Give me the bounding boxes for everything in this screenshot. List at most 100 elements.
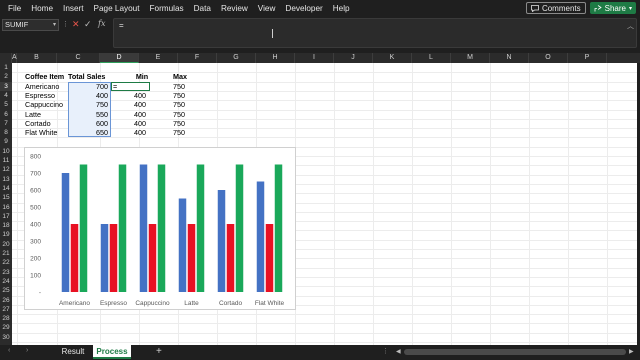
column-header-b[interactable]: B [17,53,57,63]
chevron-down-icon[interactable]: ▾ [629,5,632,12]
column-header-j[interactable]: J [334,53,373,63]
bar[interactable] [157,164,166,293]
column-header-k[interactable]: K [373,53,412,63]
cancel-icon[interactable]: ✕ [72,19,80,30]
column-header-e[interactable]: E [139,53,178,63]
item-min: 400 [134,118,146,128]
row-header-13[interactable]: 13 [0,175,12,184]
row-header-18[interactable]: 18 [0,221,12,230]
expand-formula-icon[interactable]: ︿ [627,21,634,31]
item-max: 750 [173,81,185,91]
menu-view[interactable]: View [250,4,276,13]
row-header-2[interactable]: 2 [0,72,12,81]
column-header-p[interactable]: P [568,53,607,63]
column-header-g[interactable]: G [217,53,256,63]
share-button[interactable]: Share ▾ [589,2,636,14]
horizontal-scrollbar[interactable] [404,349,626,355]
row-header-16[interactable]: 16 [0,203,12,212]
comments-button[interactable]: Comments [525,2,586,14]
row-header-11[interactable]: 11 [0,156,12,165]
more-icon[interactable]: ⋮ [382,347,389,355]
column-header-d[interactable]: D [100,53,139,63]
scroll-tabs-left-icon[interactable]: ‹ [8,347,10,354]
row-header-22[interactable]: 22 [0,258,12,267]
item-min: 400 [134,128,146,138]
row-header-19[interactable]: 19 [0,230,12,239]
scroll-left-icon[interactable]: ◀ [396,348,401,355]
bar[interactable] [79,164,88,293]
row-header-5[interactable]: 5 [0,100,12,109]
bar[interactable] [235,164,244,293]
bar[interactable] [256,181,265,293]
add-sheet-icon[interactable]: + [156,345,162,359]
row-header-1[interactable]: 1 [0,63,12,72]
row-header-17[interactable]: 17 [0,212,12,221]
bar[interactable] [139,164,148,293]
bar[interactable] [61,173,70,292]
worksheet[interactable]: ABCDEFGHIJKLMNOP 1 2 3 4 5 6 7 8 9 10 11 12 13 14 15 16… [0,53,640,345]
bar[interactable] [148,224,157,292]
scroll-right-icon[interactable]: ▶ [629,348,634,355]
bar[interactable] [274,164,283,293]
row-header-25[interactable]: 25 [0,286,12,295]
menu-home[interactable]: Home [23,4,53,13]
row-header-9[interactable]: 9 [0,137,12,146]
scroll-tabs-right-icon[interactable]: › [26,347,28,354]
header-min: Min [135,72,149,82]
row-header-4[interactable]: 4 [0,91,12,100]
menu-file[interactable]: File [0,4,21,13]
row-header-28[interactable]: 28 [0,314,12,323]
row-header-3[interactable]: 3 [0,81,12,91]
bar[interactable] [265,224,274,292]
row-header-12[interactable]: 12 [0,165,12,174]
column-header-c[interactable]: C [57,53,100,63]
insert-function-icon[interactable]: fx [98,19,105,28]
bar[interactable] [226,224,235,292]
bar[interactable] [217,190,226,292]
column-header-n[interactable]: N [490,53,529,63]
row-header-24[interactable]: 24 [0,277,12,286]
menu-insert[interactable]: Insert [55,4,83,13]
row-header-23[interactable]: 23 [0,268,12,277]
menu-formulas[interactable]: Formulas [142,4,184,13]
menu-help[interactable]: Help [325,4,350,13]
name-box[interactable]: SUMIF ▾ [2,19,59,31]
bar[interactable] [178,198,187,293]
menu-data[interactable]: Data [186,4,211,13]
column-header-m[interactable]: M [451,53,490,63]
column-header-f[interactable]: F [178,53,217,63]
tab-result[interactable]: Result [54,345,92,359]
row-header-30[interactable]: 30 [0,333,12,342]
row-header-20[interactable]: 20 [0,240,12,249]
select-all-corner[interactable] [0,53,12,63]
formula-input[interactable]: = [113,18,637,48]
bar[interactable] [118,164,127,293]
row-header-21[interactable]: 21 [0,249,12,258]
row-header-8[interactable]: 8 [0,128,12,137]
row-header-6[interactable]: 6 [0,110,12,119]
column-header-h[interactable]: H [256,53,295,63]
row-header-15[interactable]: 15 [0,193,12,202]
row-header-27[interactable]: 27 [0,305,12,314]
checkmark-icon[interactable]: ✓ [84,19,92,30]
bar[interactable] [70,224,79,292]
bar[interactable] [100,224,109,292]
row-header-26[interactable]: 26 [0,296,12,305]
row-header-29[interactable]: 29 [0,323,12,332]
menu-page-layout[interactable]: Page Layout [86,4,140,13]
tab-process[interactable]: Process [93,345,131,359]
row-header-14[interactable]: 14 [0,184,12,193]
menu-review[interactable]: Review [213,4,248,13]
column-header-l[interactable]: L [412,53,451,63]
chevron-down-icon[interactable]: ▾ [53,20,56,30]
row-header-10[interactable]: 10 [0,147,12,156]
bar[interactable] [109,224,118,292]
column-header-o[interactable]: O [529,53,568,63]
clustered-column-chart[interactable]: 800 700 600 500 400 300 200 100 - Americano Espres… [24,147,296,310]
row-header-7[interactable]: 7 [0,119,12,128]
menu-developer[interactable]: Developer [277,4,322,13]
bar[interactable] [196,164,205,293]
column-header-i[interactable]: I [295,53,334,63]
bar[interactable] [187,224,196,292]
cell-grid[interactable]: Coffee Item Total Sales Min Max American… [12,63,637,345]
